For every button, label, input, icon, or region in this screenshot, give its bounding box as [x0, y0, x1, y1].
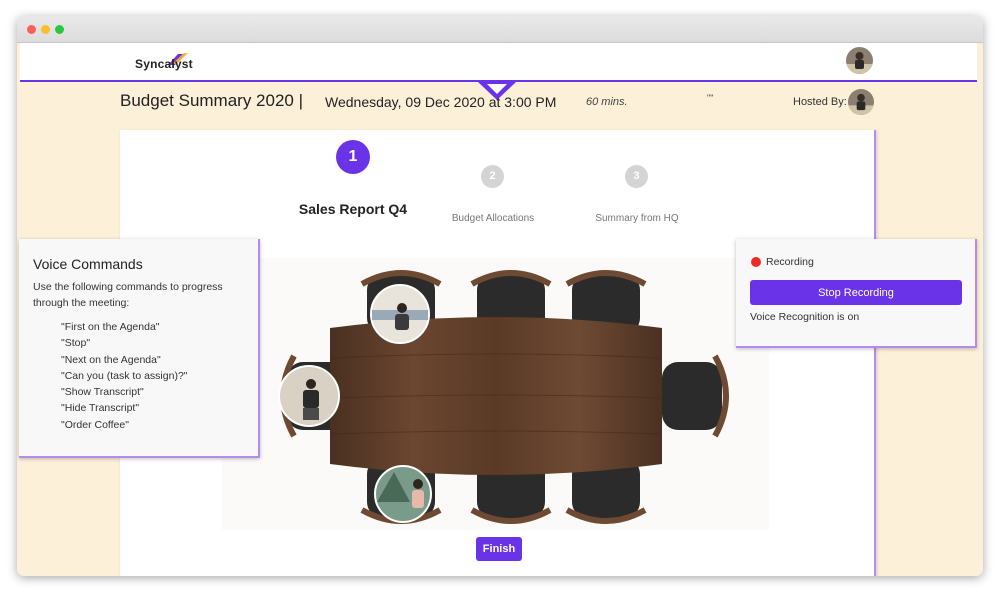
conference-table — [330, 317, 662, 475]
host-avatar[interactable] — [848, 89, 874, 115]
recording-panel: Recording Stop Recording Voice Recogniti… — [736, 239, 977, 348]
top-navigation-bar: Syncalyst — [20, 43, 977, 82]
participant-avatar-2[interactable] — [278, 365, 340, 427]
agenda-step-2-label: Budget Allocations — [451, 213, 535, 224]
meeting-quote: "" — [707, 93, 714, 103]
record-dot-icon — [751, 257, 761, 267]
finish-button[interactable]: Finish — [476, 537, 522, 561]
agenda-step-1-label: Sales Report Q4 — [298, 201, 408, 217]
participant-avatar-3[interactable] — [374, 465, 432, 523]
conference-table-illustration — [278, 270, 729, 524]
close-window-button[interactable] — [27, 25, 36, 34]
hosted-by-label: Hosted By: — [793, 96, 847, 108]
voice-commands-intro: Use the following commands to progress t… — [33, 281, 223, 309]
meeting-title: Budget Summary 2020 | — [120, 91, 304, 110]
voice-commands-panel: Voice Commands Use the following command… — [19, 239, 260, 458]
voice-command-item: "Next on the Agenda" — [61, 353, 161, 366]
chair-right — [662, 354, 729, 438]
voice-command-item: "Can you (task to assign)?" — [61, 369, 188, 382]
agenda-step-3-indicator[interactable]: 3 — [625, 165, 648, 188]
meeting-duration: 60 mins. — [586, 96, 628, 108]
maximize-window-button[interactable] — [55, 25, 64, 34]
voice-recognition-status: Voice Recognition is on — [750, 311, 860, 323]
voice-command-item: "Stop" — [61, 337, 91, 350]
meeting-header: Budget Summary 2020 | Wednesday, 09 Dec … — [120, 89, 880, 115]
voice-command-item: "Hide Transcript" — [61, 402, 140, 415]
agenda-step-1-indicator[interactable]: 1 — [336, 140, 370, 174]
syncalyst-logo[interactable]: Syncalyst — [132, 51, 193, 75]
app-content: Syncalyst Budget Summary 2020 | Wednesda… — [17, 43, 983, 576]
agenda-step-2-indicator[interactable]: 2 — [481, 165, 504, 188]
minimize-window-button[interactable] — [41, 25, 50, 34]
voice-command-item: "Order Coffee" — [61, 418, 129, 431]
browser-window: Syncalyst Budget Summary 2020 | Wednesda… — [17, 16, 983, 576]
stop-recording-button[interactable]: Stop Recording — [750, 280, 962, 305]
voice-command-item: "First on the Agenda" — [61, 321, 160, 333]
logo-text: Syncalyst — [135, 57, 193, 71]
meeting-date: Wednesday, 09 Dec 2020 at 3:00 PM — [325, 94, 557, 110]
conference-table-view — [222, 258, 769, 530]
participant-avatar-1[interactable] — [370, 284, 430, 344]
voice-commands-title: Voice Commands — [33, 256, 143, 272]
user-avatar[interactable] — [846, 47, 873, 74]
window-titlebar — [17, 16, 983, 43]
voice-command-item: "Show Transcript" — [61, 386, 144, 399]
recording-status-label: Recording — [766, 256, 814, 268]
voice-commands-list: "First on the Agenda" "Stop" "Next on th… — [61, 319, 188, 433]
agenda-step-3-label: Summary from HQ — [595, 213, 679, 224]
